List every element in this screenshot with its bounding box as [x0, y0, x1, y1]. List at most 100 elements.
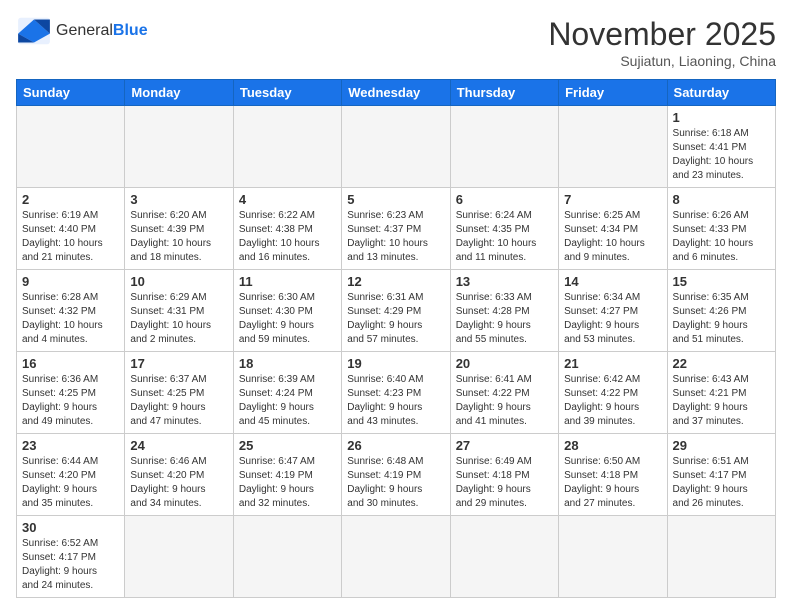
day-info: Sunrise: 6:31 AM Sunset: 4:29 PM Dayligh… [347, 291, 444, 347]
calendar-cell: 16 Sunrise: 6:36 AM Sunset: 4:25 PM Dayli… [17, 352, 125, 434]
day-info: Sunrise: 6:48 AM Sunset: 4:19 PM Dayligh… [347, 455, 444, 511]
weekday-header-saturday: Saturday [667, 80, 775, 106]
calendar-cell: 30 Sunrise: 6:52 AM Sunset: 4:17 PM Dayli… [17, 516, 125, 598]
day-info: Sunrise: 6:41 AM Sunset: 4:22 PM Dayligh… [456, 373, 553, 429]
day-info: Sunrise: 6:42 AM Sunset: 4:22 PM Dayligh… [564, 373, 661, 429]
day-info: Sunrise: 6:25 AM Sunset: 4:34 PM Dayligh… [564, 209, 661, 265]
calendar-cell: 29Sunrise: 6:51 AM Sunset: 4:17 PM Dayli… [667, 434, 775, 516]
calendar-cell: 2 Sunrise: 6:19 AM Sunset: 4:40 PM Daylig… [17, 188, 125, 270]
day-number: 7 [564, 192, 661, 207]
day-info: Sunrise: 6:47 AM Sunset: 4:19 PM Dayligh… [239, 455, 336, 511]
day-info: Sunrise: 6:52 AM Sunset: 4:17 PM Dayligh… [22, 537, 119, 593]
calendar-cell [559, 106, 667, 188]
calendar-cell: 12 Sunrise: 6:31 AM Sunset: 4:29 PM Dayli… [342, 270, 450, 352]
day-number: 17 [130, 356, 227, 371]
day-info: Sunrise: 6:24 AM Sunset: 4:35 PM Dayligh… [456, 209, 553, 265]
day-number: 18 [239, 356, 336, 371]
day-number: 16 [22, 356, 119, 371]
day-number: 22 [673, 356, 770, 371]
day-info: Sunrise: 6:46 AM Sunset: 4:20 PM Dayligh… [130, 455, 227, 511]
day-info: Sunrise: 6:49 AM Sunset: 4:18 PM Dayligh… [456, 455, 553, 511]
logo-text: GeneralBlue [56, 22, 148, 40]
day-info: Sunrise: 6:19 AM Sunset: 4:40 PM Dayligh… [22, 209, 119, 265]
calendar-cell: 11 Sunrise: 6:30 AM Sunset: 4:30 PM Dayli… [233, 270, 341, 352]
day-number: 30 [22, 520, 119, 535]
calendar-cell: 23 Sunrise: 6:44 AM Sunset: 4:20 PM Dayli… [17, 434, 125, 516]
calendar-cell [233, 106, 341, 188]
week-row-6: 30 Sunrise: 6:52 AM Sunset: 4:17 PM Dayli… [17, 516, 776, 598]
month-title: November 2025 [548, 16, 776, 53]
calendar-cell: 26 Sunrise: 6:48 AM Sunset: 4:19 PM Dayli… [342, 434, 450, 516]
calendar-cell: 17Sunrise: 6:37 AM Sunset: 4:25 PM Dayli… [125, 352, 233, 434]
day-number: 13 [456, 274, 553, 289]
day-info: Sunrise: 6:43 AM Sunset: 4:21 PM Dayligh… [673, 373, 770, 429]
calendar-cell: 7 Sunrise: 6:25 AM Sunset: 4:34 PM Daylig… [559, 188, 667, 270]
calendar-cell [125, 106, 233, 188]
day-number: 5 [347, 192, 444, 207]
day-info: Sunrise: 6:18 AM Sunset: 4:41 PM Dayligh… [673, 127, 770, 183]
day-number: 2 [22, 192, 119, 207]
calendar-cell: 22 Sunrise: 6:43 AM Sunset: 4:21 PM Dayli… [667, 352, 775, 434]
day-number: 15 [673, 274, 770, 289]
calendar-cell [17, 106, 125, 188]
weekday-header-monday: Monday [125, 80, 233, 106]
day-number: 24 [130, 438, 227, 453]
day-number: 8 [673, 192, 770, 207]
weekday-header-tuesday: Tuesday [233, 80, 341, 106]
calendar-cell [667, 516, 775, 598]
day-number: 10 [130, 274, 227, 289]
calendar-cell: 25Sunrise: 6:47 AM Sunset: 4:19 PM Dayli… [233, 434, 341, 516]
day-info: Sunrise: 6:23 AM Sunset: 4:37 PM Dayligh… [347, 209, 444, 265]
day-info: Sunrise: 6:30 AM Sunset: 4:30 PM Dayligh… [239, 291, 336, 347]
day-info: Sunrise: 6:35 AM Sunset: 4:26 PM Dayligh… [673, 291, 770, 347]
day-number: 23 [22, 438, 119, 453]
day-info: Sunrise: 6:34 AM Sunset: 4:27 PM Dayligh… [564, 291, 661, 347]
day-info: Sunrise: 6:22 AM Sunset: 4:38 PM Dayligh… [239, 209, 336, 265]
day-number: 12 [347, 274, 444, 289]
day-number: 6 [456, 192, 553, 207]
calendar-cell: 24 Sunrise: 6:46 AM Sunset: 4:20 PM Dayli… [125, 434, 233, 516]
calendar-cell: 15 Sunrise: 6:35 AM Sunset: 4:26 PM Dayli… [667, 270, 775, 352]
weekday-header-row: SundayMondayTuesdayWednesdayThursdayFrid… [17, 80, 776, 106]
calendar: SundayMondayTuesdayWednesdayThursdayFrid… [16, 79, 776, 598]
day-number: 19 [347, 356, 444, 371]
week-row-1: 1Sunrise: 6:18 AM Sunset: 4:41 PM Daylig… [17, 106, 776, 188]
day-number: 21 [564, 356, 661, 371]
calendar-cell: 13 Sunrise: 6:33 AM Sunset: 4:28 PM Dayli… [450, 270, 558, 352]
weekday-header-wednesday: Wednesday [342, 80, 450, 106]
calendar-cell: 18 Sunrise: 6:39 AM Sunset: 4:24 PM Dayli… [233, 352, 341, 434]
calendar-cell [559, 516, 667, 598]
day-info: Sunrise: 6:26 AM Sunset: 4:33 PM Dayligh… [673, 209, 770, 265]
calendar-cell: 14Sunrise: 6:34 AM Sunset: 4:27 PM Dayli… [559, 270, 667, 352]
day-info: Sunrise: 6:40 AM Sunset: 4:23 PM Dayligh… [347, 373, 444, 429]
day-info: Sunrise: 6:33 AM Sunset: 4:28 PM Dayligh… [456, 291, 553, 347]
day-number: 11 [239, 274, 336, 289]
day-info: Sunrise: 6:39 AM Sunset: 4:24 PM Dayligh… [239, 373, 336, 429]
location: Sujiatun, Liaoning, China [548, 53, 776, 69]
page-header: GeneralBlue November 2025 Sujiatun, Liao… [16, 16, 776, 69]
logo: GeneralBlue [16, 16, 148, 46]
calendar-cell [342, 106, 450, 188]
weekday-header-sunday: Sunday [17, 80, 125, 106]
day-number: 26 [347, 438, 444, 453]
calendar-cell [450, 106, 558, 188]
calendar-cell: 10Sunrise: 6:29 AM Sunset: 4:31 PM Dayli… [125, 270, 233, 352]
calendar-cell: 20 Sunrise: 6:41 AM Sunset: 4:22 PM Dayli… [450, 352, 558, 434]
calendar-cell [342, 516, 450, 598]
calendar-cell: 21 Sunrise: 6:42 AM Sunset: 4:22 PM Dayli… [559, 352, 667, 434]
day-number: 28 [564, 438, 661, 453]
calendar-cell: 5 Sunrise: 6:23 AM Sunset: 4:37 PM Daylig… [342, 188, 450, 270]
week-row-5: 23 Sunrise: 6:44 AM Sunset: 4:20 PM Dayli… [17, 434, 776, 516]
day-number: 29 [673, 438, 770, 453]
calendar-cell: 19 Sunrise: 6:40 AM Sunset: 4:23 PM Dayli… [342, 352, 450, 434]
day-number: 20 [456, 356, 553, 371]
day-info: Sunrise: 6:36 AM Sunset: 4:25 PM Dayligh… [22, 373, 119, 429]
calendar-cell [450, 516, 558, 598]
day-info: Sunrise: 6:28 AM Sunset: 4:32 PM Dayligh… [22, 291, 119, 347]
day-number: 27 [456, 438, 553, 453]
day-info: Sunrise: 6:20 AM Sunset: 4:39 PM Dayligh… [130, 209, 227, 265]
day-info: Sunrise: 6:44 AM Sunset: 4:20 PM Dayligh… [22, 455, 119, 511]
calendar-cell: 1Sunrise: 6:18 AM Sunset: 4:41 PM Daylig… [667, 106, 775, 188]
weekday-header-friday: Friday [559, 80, 667, 106]
title-block: November 2025 Sujiatun, Liaoning, China [548, 16, 776, 69]
